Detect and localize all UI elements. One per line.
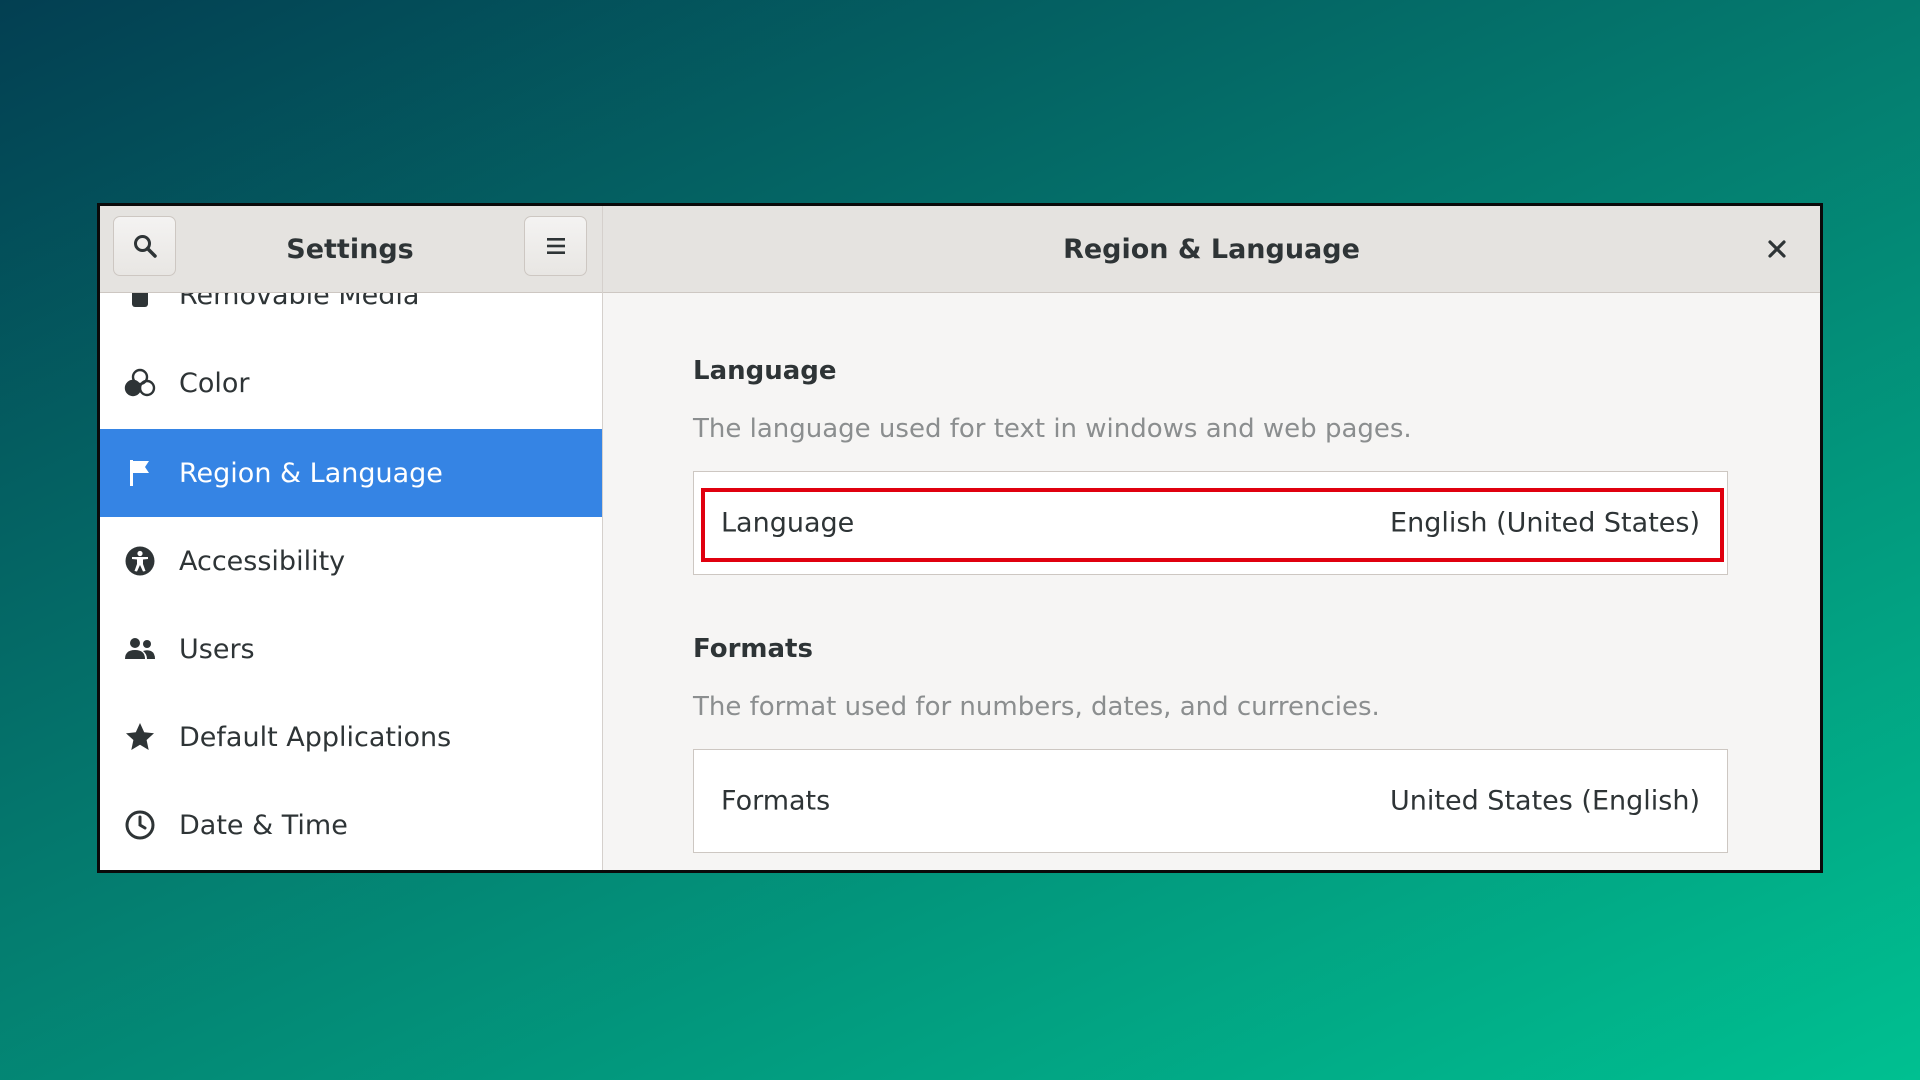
hamburger-icon [546, 238, 565, 254]
color-icon [124, 367, 156, 399]
sidebar-item-label: Color [179, 367, 250, 399]
menu-button[interactable] [524, 216, 587, 276]
sidebar: Settings Removable Media Color Region & … [100, 206, 603, 870]
formats-section-title: Formats [693, 634, 813, 664]
sidebar-item-label: Removable Media [179, 293, 420, 311]
formats-section-description: The format used for numbers, dates, and … [693, 692, 1380, 722]
sidebar-item-accessibility[interactable]: Accessibility [100, 517, 602, 605]
sidebar-item-color[interactable]: Color [100, 339, 602, 427]
sidebar-title: Settings [286, 234, 414, 265]
sidebar-item-region-language[interactable]: Region & Language [100, 429, 602, 517]
sidebar-item-label: Region & Language [179, 457, 443, 489]
formats-row[interactable]: Formats United States (English) [693, 749, 1728, 853]
sidebar-item-label: Default Applications [179, 721, 452, 753]
sidebar-item-label: Accessibility [179, 545, 346, 577]
star-icon [124, 721, 156, 753]
search-icon [133, 235, 157, 258]
sidebar-item-default-applications[interactable]: Default Applications [100, 693, 602, 781]
language-row-value: English (United States) [1390, 507, 1700, 539]
settings-window: Settings Removable Media Color Region & … [97, 203, 1823, 873]
language-row-label: Language [721, 507, 855, 539]
close-button[interactable] [1759, 231, 1795, 267]
formats-row-value: United States (English) [1390, 785, 1700, 817]
users-icon [124, 633, 156, 665]
clock-icon [124, 809, 156, 841]
sidebar-item-date-time[interactable]: Date & Time [100, 781, 602, 869]
sidebar-item-users[interactable]: Users [100, 605, 602, 693]
flag-icon [124, 457, 156, 489]
main-header: Region & Language [603, 206, 1820, 293]
sidebar-item-label: Date & Time [179, 809, 348, 841]
formats-row-label: Formats [721, 785, 831, 817]
search-button[interactable] [113, 216, 176, 276]
sidebar-list: Removable Media Color Region & Language … [100, 293, 602, 870]
sidebar-item-removable-media[interactable]: Removable Media [100, 293, 602, 339]
main-panel: Region & Language Language The language … [603, 206, 1820, 870]
close-icon [1768, 240, 1786, 258]
usb-icon [124, 293, 156, 311]
accessibility-icon [124, 545, 156, 577]
sidebar-item-label: Users [179, 633, 255, 665]
language-section-title: Language [693, 356, 837, 386]
sidebar-header: Settings [100, 206, 602, 293]
language-section-description: The language used for text in windows an… [693, 414, 1412, 444]
page-title: Region & Language [1063, 234, 1360, 265]
language-row[interactable]: Language English (United States) [693, 471, 1728, 575]
